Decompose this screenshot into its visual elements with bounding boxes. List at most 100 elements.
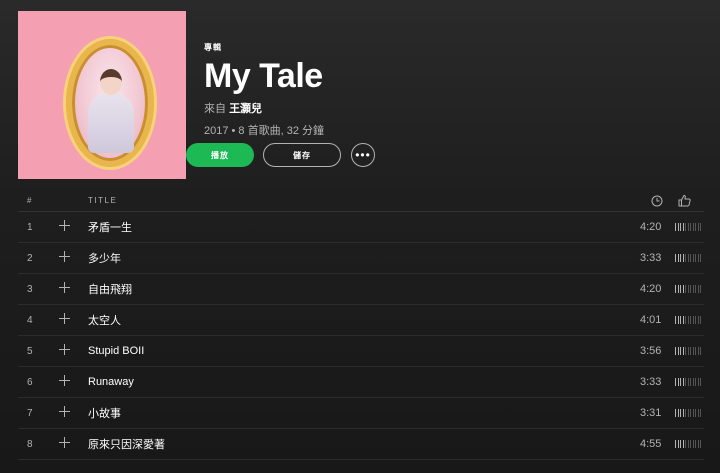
popularity-tick (690, 223, 691, 231)
popularity-tick (682, 223, 684, 231)
track-title[interactable]: Stupid BOII (88, 345, 144, 357)
popularity-tick (690, 347, 691, 355)
popularity-tick (692, 285, 694, 293)
thumbs-up-icon[interactable] (678, 194, 691, 209)
artist-link[interactable]: 王灝兒 (229, 103, 262, 115)
popularity-tick (680, 316, 681, 324)
popularity-tick (697, 440, 699, 448)
track-duration: 4:55 (640, 438, 662, 450)
popularity-tick (677, 378, 679, 386)
popularity-tick (685, 316, 686, 324)
popularity-tick (685, 440, 686, 448)
more-icon: ••• (355, 148, 371, 162)
track-title[interactable]: 原來只因深愛著 (88, 436, 165, 452)
track-duration: 3:33 (640, 376, 662, 388)
popularity-tick (692, 254, 694, 262)
popularity-tick (680, 285, 681, 293)
popularity-tick (697, 316, 699, 324)
save-button[interactable]: 儲存 (263, 143, 341, 167)
track-row[interactable]: 8 原來只因深愛著 4:55 (18, 429, 704, 460)
track-duration: 4:01 (640, 314, 662, 326)
popularity-tick (697, 378, 699, 386)
popularity-tick (682, 254, 684, 262)
popularity-tick (675, 285, 676, 293)
popularity-tick (677, 223, 679, 231)
popularity-tick (675, 347, 676, 355)
add-track-icon[interactable] (59, 219, 70, 235)
popularity-tick (695, 378, 696, 386)
popularity-tick (675, 409, 676, 417)
popularity-tick (682, 285, 684, 293)
popularity-tick (682, 347, 684, 355)
popularity-tick (697, 347, 699, 355)
track-duration: 4:20 (640, 221, 662, 233)
track-row[interactable]: 5 Stupid BOII 3:56 (18, 336, 704, 367)
track-number: 7 (27, 407, 33, 419)
popularity-tick (682, 316, 684, 324)
track-number: 2 (27, 252, 33, 264)
track-row[interactable]: 6 Runaway 3:33 (18, 367, 704, 398)
track-title[interactable]: 小故事 (88, 405, 121, 421)
add-track-icon[interactable] (59, 312, 70, 328)
add-track-icon[interactable] (59, 436, 70, 452)
track-row[interactable]: 1 矛盾一生 4:20 (18, 212, 704, 243)
popularity-tick (680, 347, 681, 355)
more-options-button[interactable]: ••• (351, 143, 375, 167)
popularity-bar (675, 347, 703, 355)
popularity-tick (685, 285, 686, 293)
action-bar: 播放 儲存 ••• (186, 143, 375, 167)
popularity-tick (690, 440, 691, 448)
track-title[interactable]: 自由飛翔 (88, 281, 132, 297)
popularity-tick (695, 409, 696, 417)
popularity-tick (675, 254, 676, 262)
popularity-tick (695, 223, 696, 231)
popularity-tick (687, 378, 689, 386)
add-track-icon[interactable] (59, 250, 70, 266)
track-title[interactable]: 矛盾一生 (88, 219, 132, 235)
popularity-tick (700, 378, 701, 386)
album-info: 專輯 My Tale 來自 王灝兒 2017 • 8 首歌曲, 32 分鐘 (204, 42, 324, 138)
track-row[interactable]: 4 太空人 4:01 (18, 305, 704, 336)
popularity-tick (700, 347, 701, 355)
popularity-tick (692, 409, 694, 417)
popularity-tick (680, 254, 681, 262)
album-cover[interactable] (18, 11, 186, 179)
track-row[interactable]: 2 多少年 3:33 (18, 243, 704, 274)
track-duration: 3:31 (640, 407, 662, 419)
track-row[interactable]: 7 小故事 3:31 (18, 398, 704, 429)
popularity-tick (675, 378, 676, 386)
track-number: 6 (27, 376, 33, 388)
popularity-tick (682, 378, 684, 386)
track-title[interactable]: 太空人 (88, 312, 121, 328)
popularity-bar (675, 378, 703, 386)
popularity-bar (675, 285, 703, 293)
track-title[interactable]: Runaway (88, 376, 134, 388)
add-track-icon[interactable] (59, 343, 70, 359)
track-row[interactable]: 3 自由飛翔 4:20 (18, 274, 704, 305)
popularity-tick (677, 254, 679, 262)
track-title[interactable]: 多少年 (88, 250, 121, 266)
play-button[interactable]: 播放 (186, 143, 254, 167)
clock-icon[interactable] (651, 195, 663, 209)
popularity-bar (675, 440, 703, 448)
add-track-icon[interactable] (59, 374, 70, 390)
add-track-icon[interactable] (59, 405, 70, 421)
add-track-icon[interactable] (59, 281, 70, 297)
popularity-tick (700, 223, 701, 231)
popularity-tick (700, 316, 701, 324)
popularity-tick (690, 316, 691, 324)
popularity-tick (677, 409, 679, 417)
popularity-tick (697, 254, 699, 262)
album-meta: 2017 • 8 首歌曲, 32 分鐘 (204, 125, 325, 137)
by-prefix: 來自 (204, 103, 226, 115)
popularity-bar (675, 316, 703, 324)
popularity-tick (700, 409, 701, 417)
popularity-tick (695, 254, 696, 262)
track-number: 5 (27, 345, 33, 357)
header-title[interactable]: TITLE (88, 196, 117, 205)
popularity-tick (692, 347, 694, 355)
popularity-tick (687, 285, 689, 293)
popularity-tick (685, 223, 686, 231)
popularity-tick (700, 254, 701, 262)
popularity-tick (692, 316, 694, 324)
